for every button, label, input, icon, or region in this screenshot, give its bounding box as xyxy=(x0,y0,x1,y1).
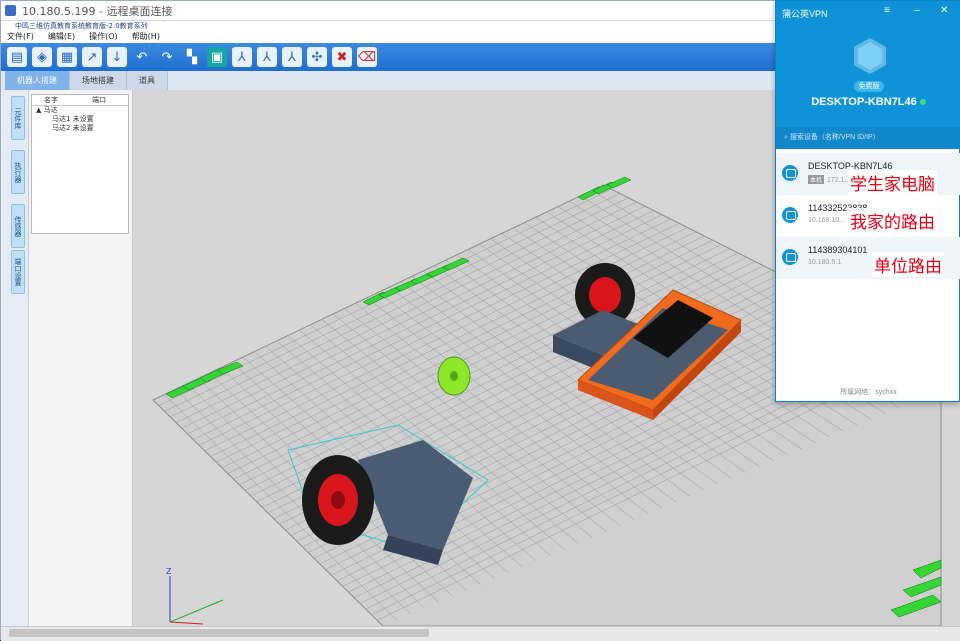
menu-icon[interactable]: ≡ xyxy=(884,5,890,16)
undo-icon[interactable]: ↶ xyxy=(132,47,152,67)
scale-axis-icon[interactable]: ⅄ xyxy=(282,47,302,67)
device-name: 114389304101 xyxy=(808,245,868,255)
tree-header: 名字 端口 xyxy=(32,95,128,106)
side-tab-actuators[interactable]: 执行器 xyxy=(11,150,25,194)
online-status-dot xyxy=(919,99,926,106)
tree-root-motor[interactable]: ▲ 马达 xyxy=(32,106,128,115)
device-ip: 10.180.5.1 xyxy=(808,259,842,266)
device-ip: 10.168.10... xyxy=(808,217,845,224)
open-icon[interactable]: ◈ xyxy=(32,47,52,67)
minimize-icon[interactable]: – xyxy=(914,5,920,16)
tree-item-motor1[interactable]: 马达1 未设置 xyxy=(32,115,128,124)
redo-icon[interactable]: ↷ xyxy=(157,47,177,67)
export-icon[interactable]: ↓ xyxy=(107,47,127,67)
router-icon xyxy=(782,249,798,265)
tab-props[interactable]: 道具 xyxy=(127,71,168,90)
side-tab-components[interactable]: 元件库 xyxy=(11,96,25,140)
local-tag: 本机 xyxy=(808,175,825,184)
tree-item-motor2[interactable]: 马达2 未设置 xyxy=(32,124,128,133)
menu-file[interactable]: 文件(F) xyxy=(7,31,34,43)
annotation-home-router: 我家的路由 xyxy=(848,208,937,233)
import-icon[interactable]: ↗ xyxy=(82,47,102,67)
connect-icon[interactable]: ✣ xyxy=(307,47,327,67)
move-axis-icon[interactable]: ⅄ xyxy=(232,47,252,67)
horizontal-scrollbar[interactable] xyxy=(9,629,429,637)
component-panel: 名字 端口 ▲ 马达 马达1 未设置 马达2 未设置 xyxy=(29,90,133,626)
computer-icon xyxy=(782,165,798,181)
annotation-work-router: 单位路由 xyxy=(872,252,944,277)
port-tree: 名字 端口 ▲ 马达 马达1 未设置 马达2 未设置 xyxy=(31,94,129,234)
menubar: 文件(F) 编辑(E) 操作(O) 帮助(H) xyxy=(1,31,781,43)
app-title: 中鸣三维仿真教育系统教育版-2.0教育系列 xyxy=(1,21,781,31)
delete-icon[interactable]: ✖ xyxy=(332,47,352,67)
tab-field-build[interactable]: 场地搭建 xyxy=(70,71,127,90)
new-file-icon[interactable]: ▤ xyxy=(7,47,27,67)
vpn-logo-hex xyxy=(854,38,886,74)
router-icon xyxy=(782,207,798,223)
vpn-search-input[interactable]: ⌕ 搜索设备（名称/VPN ID/IP） xyxy=(776,127,960,149)
side-tab-port-settings[interactable]: 端口设置 xyxy=(11,250,25,294)
rotate-axis-icon[interactable]: ⅄ xyxy=(257,47,277,67)
robot-wheel-hub xyxy=(589,277,621,313)
grid-icon[interactable]: ▚ xyxy=(182,47,202,67)
device-ip: 172.1... xyxy=(827,177,851,184)
motor-wheel-center xyxy=(331,491,345,509)
plan-badge: 免费版 xyxy=(854,81,884,92)
clear-icon[interactable]: ⌫ xyxy=(357,47,377,67)
vpn-network-footer: 所属网络：sychxx xyxy=(840,389,897,396)
vpn-hostname: DESKTOP-KBN7L46 xyxy=(776,96,960,108)
menu-help[interactable]: 帮助(H) xyxy=(132,31,160,43)
tree-expand-icon[interactable]: ▲ xyxy=(36,106,44,114)
menu-operate[interactable]: 操作(O) xyxy=(89,31,118,43)
axis-z-label: Z xyxy=(166,567,172,576)
vpn-panel: 蒲公英VPN ≡ – ✕ 免费版 DESKTOP-KBN7L46 ⌕ 搜索设备（… xyxy=(775,0,960,402)
main-tabs: 机器人搭建 场地搭建 道具 xyxy=(1,71,781,90)
rdp-app-icon xyxy=(5,5,16,16)
search-placeholder: 搜索设备（名称/VPN ID/IP） xyxy=(789,134,880,141)
vpn-hostname-text: DESKTOP-KBN7L46 xyxy=(811,96,917,108)
tab-robot-build[interactable]: 机器人搭建 xyxy=(5,71,70,90)
save-icon[interactable]: ▦ xyxy=(57,47,77,67)
tree-col-name: 名字 xyxy=(44,96,58,104)
toolbar: ▤ ◈ ▦ ↗ ↓ ↶ ↷ ▚ ▣ ⅄ ⅄ ⅄ ✣ ✖ ⌫ xyxy=(1,43,781,71)
side-tab-sensors[interactable]: 传感器 xyxy=(11,204,25,248)
robot-icon[interactable]: ▣ xyxy=(207,47,227,67)
side-tab-strip: 元件库 执行器 传感器 端口设置 xyxy=(1,90,29,626)
menu-edit[interactable]: 编辑(E) xyxy=(48,31,75,43)
vpn-header: 蒲公英VPN ≡ – ✕ 免费版 DESKTOP-KBN7L46 xyxy=(776,1,960,127)
tree-root-label: 马达 xyxy=(43,106,58,114)
vpn-title: 蒲公英VPN xyxy=(782,9,828,19)
axis-gizmo: Z xyxy=(166,567,224,625)
close-icon[interactable]: ✕ xyxy=(940,5,948,16)
device-ip-line: 本机 172.1... xyxy=(808,175,850,184)
annotation-student-pc: 学生家电脑 xyxy=(848,170,937,195)
rdp-title: 10.180.5.199 - 远程桌面连接 xyxy=(22,4,173,18)
gear-hub xyxy=(450,371,458,381)
tree-col-port: 端口 xyxy=(92,96,106,104)
